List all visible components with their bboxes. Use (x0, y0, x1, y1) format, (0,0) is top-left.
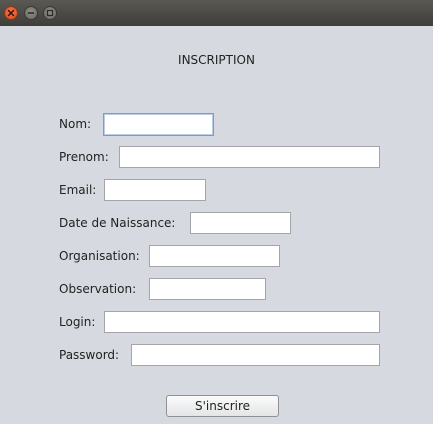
form-title: INSCRIPTION (178, 53, 255, 67)
prenom-label: Prenom: (59, 150, 109, 164)
title-bar[interactable] (0, 0, 433, 26)
prenom-field[interactable] (119, 146, 380, 168)
email-label: Email: (59, 183, 97, 197)
close-button[interactable] (4, 6, 18, 20)
close-icon (7, 9, 15, 17)
maximize-icon (46, 9, 54, 17)
password-field[interactable] (131, 344, 380, 366)
observation-field[interactable] (149, 278, 266, 300)
date-naissance-label: Date de Naissance: (59, 216, 176, 230)
maximize-button[interactable] (43, 6, 57, 20)
observation-label: Observation: (59, 282, 137, 296)
login-label: Login: (59, 315, 96, 329)
date-naissance-field[interactable] (190, 212, 291, 234)
organisation-field[interactable] (149, 245, 280, 267)
nom-field[interactable] (103, 113, 214, 136)
organisation-label: Organisation: (59, 249, 140, 263)
login-field[interactable] (104, 311, 380, 333)
minimize-button[interactable] (24, 6, 38, 20)
app-window: INSCRIPTION Nom: Prenom: Email: Date de … (0, 0, 433, 424)
email-field[interactable] (104, 179, 206, 201)
password-label: Password: (59, 348, 120, 362)
nom-label: Nom: (59, 117, 92, 131)
submit-button[interactable]: S'inscrire (166, 395, 279, 417)
minimize-icon (27, 12, 35, 14)
